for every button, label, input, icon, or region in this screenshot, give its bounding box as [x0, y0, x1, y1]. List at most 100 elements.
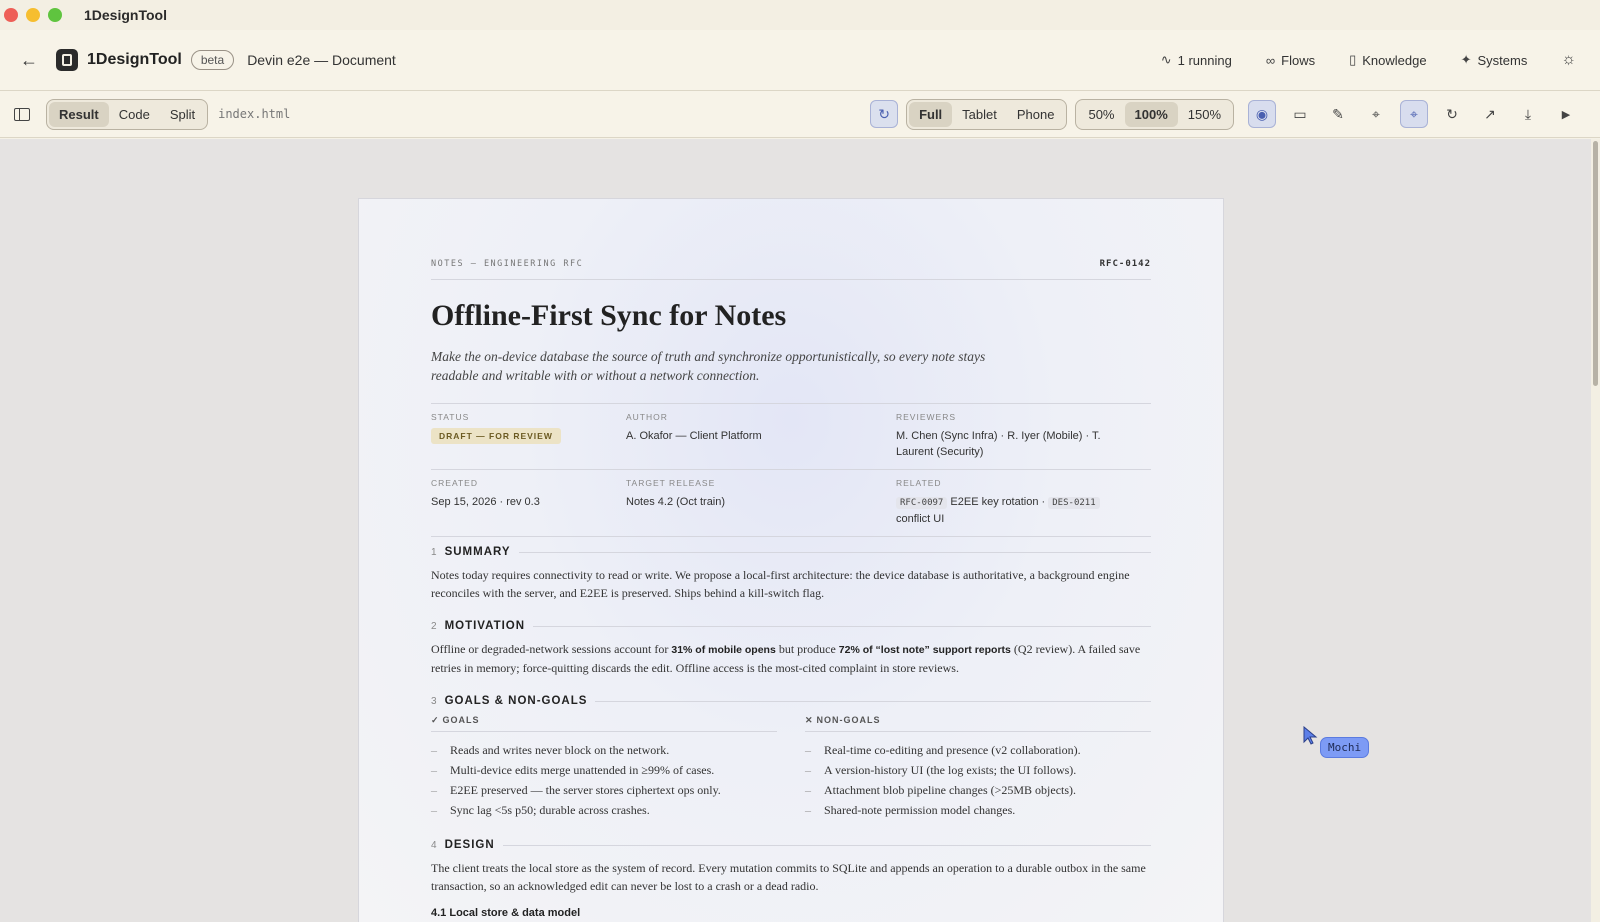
- reload-preview-button[interactable]: ↻: [870, 100, 899, 128]
- meta-reviewers: REVIEWERS M. Chen (Sync Infra) · R. Iyer…: [896, 412, 1116, 460]
- activity-icon: ∿: [1160, 52, 1172, 67]
- scrollbar-thumb[interactable]: [1593, 141, 1598, 386]
- meta-target: TARGET RELEASE Notes 4.2 (Oct train): [626, 478, 896, 527]
- meta-label: TARGET RELEASE: [626, 478, 716, 488]
- device-tablet-option[interactable]: Tablet: [952, 102, 1007, 127]
- list-item: – Sync lag <5s p50; durable across crashe…: [431, 800, 777, 820]
- meta-label: STATUS: [431, 412, 470, 422]
- section-number: 2: [431, 620, 437, 632]
- section-goals: 3 GOALS & NON-GOALS ✓ GOALS – Reads and wr…: [431, 695, 1151, 820]
- zoom-150-option[interactable]: 150%: [1178, 102, 1231, 127]
- meta-label: CREATED: [431, 478, 478, 488]
- back-arrow-icon[interactable]: ←: [18, 49, 40, 71]
- eye-icon[interactable]: ◉: [1248, 100, 1276, 128]
- meta-row: STATUS DRAFT — FOR REVIEW AUTHOR A. Okaf…: [431, 404, 1151, 470]
- window-title: 1DesignTool: [84, 7, 167, 23]
- target-icon[interactable]: ⌖: [1362, 100, 1390, 128]
- pencil-icon[interactable]: ✎: [1324, 100, 1352, 128]
- doc-kicker: NOTES — ENGINEERING RFC: [431, 259, 584, 269]
- device-phone-option[interactable]: Phone: [1007, 102, 1065, 127]
- nav-running-label: 1 running: [1177, 52, 1232, 68]
- sparkle-icon: ✦: [1460, 52, 1472, 67]
- goals-column: ✓ GOALS – Reads and writes never block on …: [431, 715, 777, 820]
- check-icon: ✓: [431, 715, 440, 725]
- meta-label: AUTHOR: [626, 412, 668, 422]
- nav-systems-label: Systems: [1477, 52, 1528, 68]
- list-item: – A version-history UI (the log exists; t…: [805, 760, 1151, 780]
- nav-systems[interactable]: ✦ Systems: [1461, 52, 1528, 68]
- title-bar: 1DesignTool: [0, 0, 1600, 30]
- goals-label: GOALS: [442, 715, 480, 725]
- section-summary: 1 SUMMARY Notes today requires connectiv…: [431, 546, 1151, 602]
- nongoal-text: Real-time co-editing and presence (v2 co…: [824, 743, 1081, 757]
- sidebar-toggle-icon[interactable]: [14, 107, 30, 121]
- section-number: 3: [431, 695, 437, 707]
- section-divider: [518, 551, 1151, 553]
- close-window-button[interactable]: [4, 8, 18, 22]
- download-icon[interactable]: ⤓: [1514, 100, 1542, 128]
- x-icon: ✕: [805, 715, 814, 725]
- minimize-window-button[interactable]: [26, 8, 40, 22]
- meta-row: CREATED Sep 15, 2026 · rev 0.3 TARGET RE…: [431, 470, 1151, 537]
- meta-created: CREATED Sep 15, 2026 · rev 0.3: [431, 478, 626, 527]
- collaborator-cursor-label: Mochi: [1320, 737, 1370, 758]
- related-text: E2EE key rotation ·: [950, 496, 1046, 508]
- list-item: – Reads and writes never block on the net…: [431, 740, 777, 760]
- header-nav: ∿ 1 running ∞ Flows ▯ Knowledge ✦ System…: [1161, 51, 1576, 69]
- nongoal-text: A version-history UI (the log exists; th…: [824, 763, 1077, 777]
- section-number: 1: [431, 546, 437, 558]
- zoom-50-option[interactable]: 50%: [1078, 102, 1124, 127]
- section-body: The client treats the local store as the…: [431, 861, 1146, 893]
- section-title: MOTIVATION: [444, 620, 526, 632]
- related-text: conflict UI: [896, 513, 945, 525]
- brand-name: 1DesignTool: [87, 51, 182, 68]
- goals-columns: ✓ GOALS – Reads and writes never block on …: [431, 715, 1151, 820]
- maximize-window-button[interactable]: [48, 8, 62, 22]
- status-badge: DRAFT — FOR REVIEW: [431, 428, 561, 444]
- meta-related: RELATED RFC-0097 E2EE key rotation · DES…: [896, 478, 1116, 527]
- section-design: 4 DESIGN The client treats the local sto…: [431, 839, 1151, 895]
- comment-icon[interactable]: ▭: [1286, 100, 1314, 128]
- list-item: – E2EE preserved — the server stores ciph…: [431, 780, 777, 800]
- goal-text: Multi-device edits merge unattended in ≥…: [450, 763, 715, 777]
- section-body: Notes today requires connectivity to rea…: [431, 568, 1130, 600]
- canvas-scrollbar[interactable]: [1591, 139, 1600, 922]
- view-mode-switch: Result Code Split: [46, 98, 209, 130]
- view-code-tab[interactable]: Code: [109, 102, 160, 127]
- related-rfc-link[interactable]: RFC-0097: [896, 497, 948, 509]
- device-full-option[interactable]: Full: [909, 101, 953, 127]
- section-title: DESIGN: [444, 839, 495, 851]
- view-result-tab[interactable]: Result: [49, 101, 109, 127]
- theme-toggle[interactable]: ☼: [1561, 51, 1576, 69]
- nongoal-text: Attachment blob pipeline changes (>25MB …: [824, 783, 1077, 797]
- nav-flows[interactable]: ∞ Flows: [1266, 53, 1315, 68]
- preview-canvas: NOTES — ENGINEERING RFC RFC-0142 Offline…: [0, 139, 1592, 922]
- nav-running[interactable]: ∿ 1 running: [1161, 52, 1232, 68]
- nav-knowledge[interactable]: ▯ Knowledge: [1349, 52, 1426, 68]
- meta-value: RFC-0097 E2EE key rotation · DES-0211 co…: [896, 494, 1116, 527]
- meta-value: Sep 15, 2026 · rev 0.3: [431, 496, 540, 508]
- view-split-tab[interactable]: Split: [160, 102, 205, 127]
- inspect-icon[interactable]: ⌖: [1400, 100, 1428, 128]
- goal-text: Reads and writes never block on the netw…: [450, 743, 670, 757]
- meta-author: AUTHOR A. Okafor — Client Platform: [626, 412, 896, 460]
- list-item: – Shared-note permission model changes.: [805, 800, 1151, 820]
- meta-value: Notes 4.2 (Oct train): [626, 496, 726, 508]
- play-icon[interactable]: ▶: [1552, 100, 1580, 128]
- section-body: Offline or degraded-network sessions acc…: [431, 640, 1151, 677]
- stat-highlight: 72% of “lost note” support reports: [838, 644, 1011, 656]
- doc-title: Offline-First Sync for Notes: [431, 299, 787, 332]
- goal-text: E2EE preserved — the server stores ciphe…: [450, 783, 721, 797]
- book-icon: ▯: [1349, 52, 1357, 67]
- app-header: ← 1DesignTool beta Devin e2e — Document …: [0, 30, 1600, 91]
- zoom-switch: 50% 100% 150%: [1075, 98, 1234, 130]
- stat-highlight: 31% of mobile opens: [671, 644, 776, 656]
- nongoals-column: ✕ NON-GOALS – Real-time co-editing and pre…: [805, 715, 1151, 820]
- doc-kicker-row: NOTES — ENGINEERING RFC RFC-0142: [431, 259, 1151, 280]
- related-des-link[interactable]: DES-0211: [1048, 497, 1100, 509]
- meta-label: RELATED: [896, 478, 942, 488]
- external-link-icon[interactable]: ↗: [1476, 100, 1504, 128]
- section-divider: [595, 700, 1151, 702]
- zoom-100-option[interactable]: 100%: [1124, 101, 1178, 127]
- refresh-icon[interactable]: ↻: [1438, 100, 1466, 128]
